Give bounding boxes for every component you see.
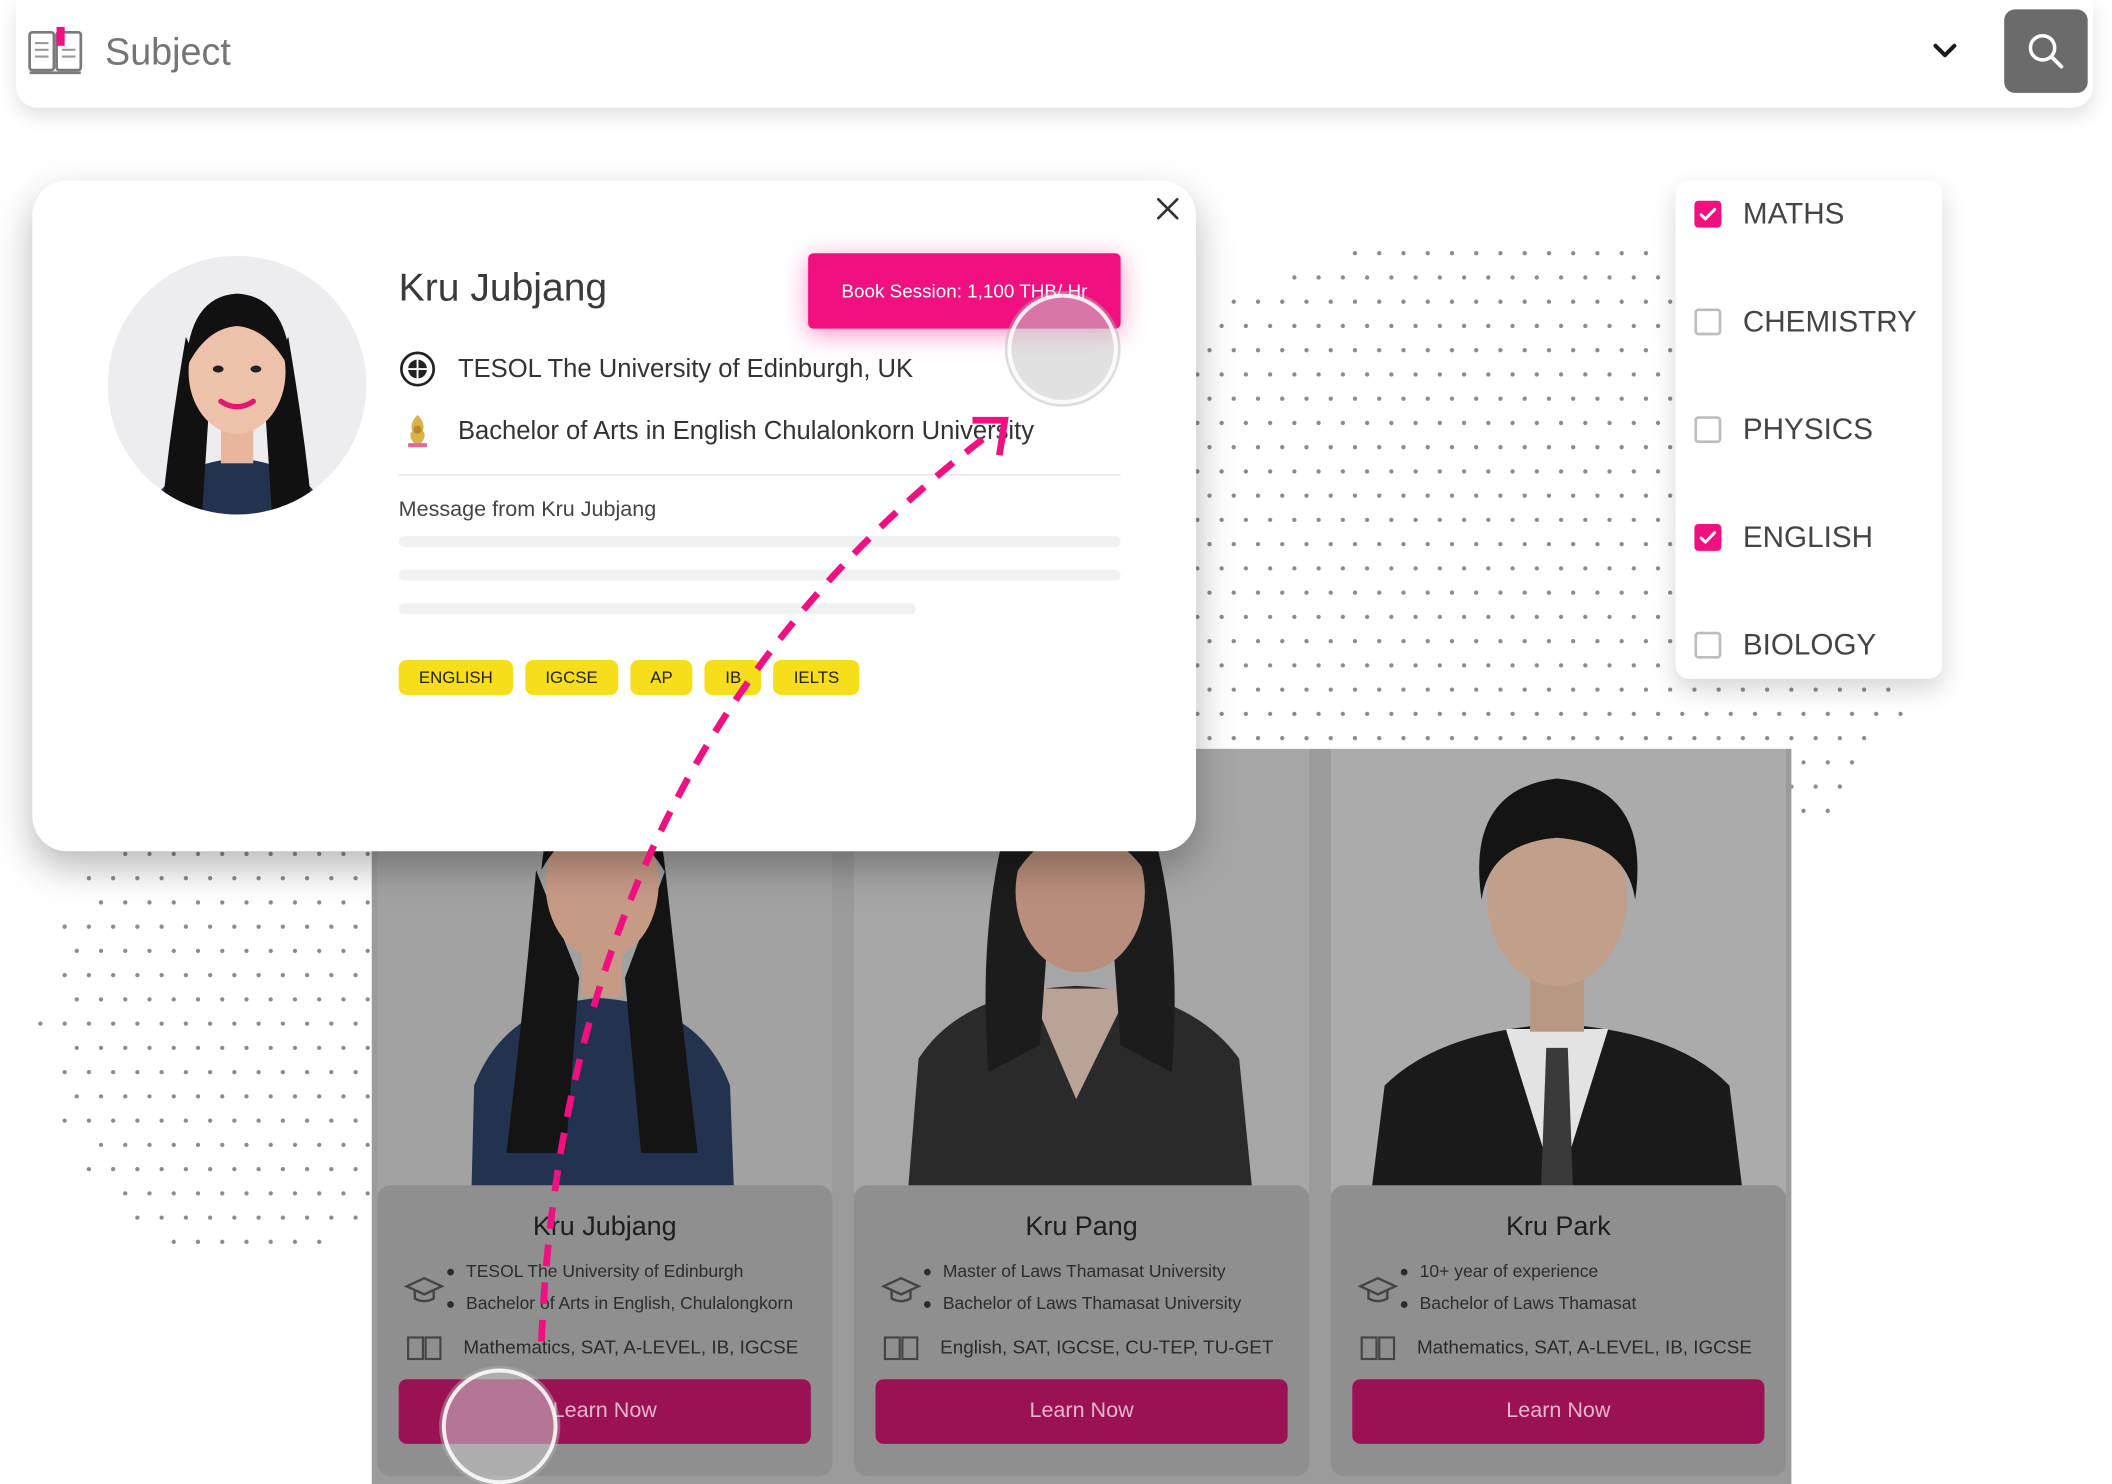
university-crest-icon	[400, 351, 436, 387]
subject-tags: ENGLISH IGCSE AP IB IELTS	[398, 659, 860, 696]
subject-tag: IGCSE	[525, 659, 618, 696]
subject-option-label: CHEMISTRY	[1742, 304, 1917, 339]
message-placeholder-line	[398, 603, 916, 615]
checkmark-icon	[1699, 531, 1717, 544]
qualification-text: Bachelor of Arts in English Chulalonkorn…	[457, 417, 1035, 446]
chevron-down-icon[interactable]	[1929, 35, 1961, 67]
checkbox[interactable]	[1694, 631, 1722, 659]
tutor-qualification: TESOL The University of Edinburgh	[447, 1260, 744, 1281]
learn-now-button[interactable]: Learn Now	[398, 1379, 811, 1444]
tutor-qualification: Bachelor of Laws Thamasat	[1400, 1293, 1637, 1314]
search-icon	[2028, 33, 2064, 69]
subject-filter-dropdown: MATHS CHEMISTRY PHYSICS ENGLISH BIOLOGY	[1675, 180, 1943, 679]
university-emblem-icon	[408, 414, 427, 448]
tutor-name: Kru Jubjang	[532, 1212, 677, 1242]
tutor-photo-park	[1330, 748, 1786, 1194]
checkbox[interactable]	[1694, 308, 1722, 336]
subject-option-label: BIOLOGY	[1742, 627, 1877, 662]
checkbox[interactable]	[1694, 416, 1722, 444]
qualification-text: TESOL The University of Edinburgh, UK	[457, 355, 914, 384]
graduation-cap-icon	[1357, 1276, 1399, 1303]
checkbox[interactable]	[1694, 523, 1722, 551]
subject-tag: ENGLISH	[398, 659, 514, 696]
book-icon	[407, 1336, 442, 1361]
tutor-qualification: 10+ year of experience	[1400, 1260, 1599, 1281]
tutor-qualification: Master of Laws Thamasat University	[923, 1260, 1226, 1281]
open-book-icon	[28, 26, 83, 75]
tutor-subjects: English, SAT, IGCSE, CU-TEP, TU-GET	[940, 1336, 1274, 1358]
tutor-detail-popup: Kru Jubjang Book Session: 1,100 THB/ Hr …	[32, 180, 1197, 852]
tutor-subjects: Mathematics, SAT, A-LEVEL, IB, IGCSE	[463, 1336, 799, 1358]
tutor-qualification: Bachelor of Arts in English, Chulalongko…	[447, 1293, 794, 1314]
subject-tag: IELTS	[773, 659, 860, 696]
avatar	[107, 255, 367, 515]
tutor-card: Kru Pang Master of Laws Thamasat Univers…	[853, 1185, 1310, 1477]
tutor-name-heading: Kru Jubjang	[398, 266, 608, 310]
learn-now-button[interactable]: Learn Now	[875, 1379, 1288, 1444]
tutor-card: Kru Jubjang TESOL The University of Edin…	[377, 1185, 833, 1477]
graduation-cap-icon	[404, 1276, 445, 1303]
subject-option-label: MATHS	[1742, 196, 1845, 231]
subject-option-label: PHYSICS	[1742, 412, 1873, 446]
graduation-cap-icon	[880, 1276, 922, 1303]
tutor-gallery: Kru Jubjang TESOL The University of Edin…	[371, 748, 1792, 1484]
divider	[398, 474, 1121, 476]
tutor-subjects: Mathematics, SAT, A-LEVEL, IB, IGCSE	[1416, 1336, 1752, 1358]
subject-tag: IB	[705, 659, 762, 696]
subject-search-bar	[16, 0, 2094, 108]
message-label: Message from Kru Jubjang	[398, 498, 657, 522]
message-placeholder-line	[398, 536, 1121, 547]
subject-option-label: ENGLISH	[1742, 519, 1873, 554]
close-icon[interactable]	[1153, 194, 1183, 224]
search-button[interactable]	[2004, 9, 2088, 93]
tutor-name: Kru Pang	[1025, 1212, 1138, 1242]
checkbox[interactable]	[1694, 200, 1722, 228]
subject-input[interactable]	[105, 24, 914, 81]
book-icon	[1360, 1336, 1396, 1361]
checkmark-icon	[1699, 207, 1717, 221]
learn-now-button[interactable]: Learn Now	[1352, 1379, 1765, 1444]
tutor-qualification: Bachelor of Laws Thamasat University	[924, 1293, 1242, 1314]
message-placeholder-line	[398, 569, 1121, 581]
tutor-card: Kru Park 10+ year of experience Bachelor…	[1330, 1185, 1786, 1477]
subject-tag: AP	[630, 659, 693, 696]
book-icon	[883, 1336, 919, 1361]
book-session-button[interactable]: Book Session: 1,100 THB/ Hr	[808, 253, 1121, 329]
tutor-name: Kru Park	[1505, 1212, 1611, 1242]
